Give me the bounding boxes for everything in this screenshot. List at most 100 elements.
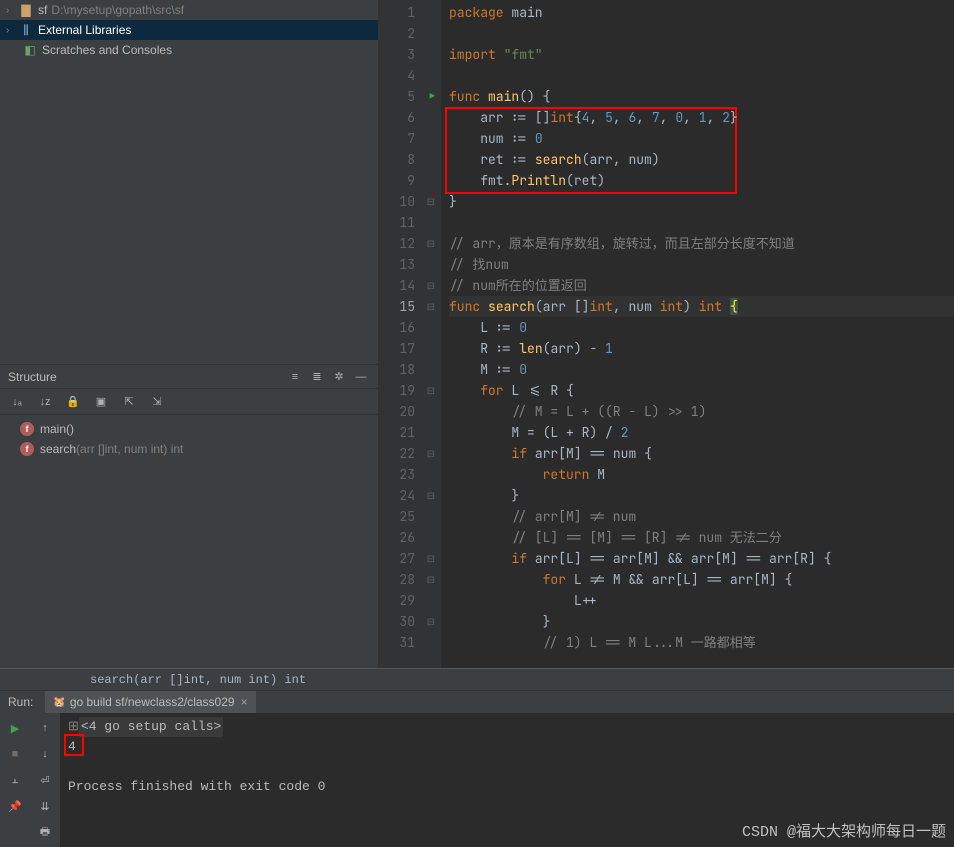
code-line[interactable]: // M = L + ((R - L) >> 1) — [449, 401, 954, 422]
editor-code[interactable]: package main import "fmt" func main() { ar… — [441, 0, 954, 668]
gutter-line[interactable]: 28⊟ — [379, 569, 441, 590]
scroll-down-icon[interactable]: ↓ — [34, 743, 56, 765]
gutter-line[interactable]: 10⊟ — [379, 191, 441, 212]
hide-icon[interactable]: — — [352, 368, 370, 386]
stop-icon[interactable]: ■ — [4, 743, 26, 765]
run-tab[interactable]: 🐹 go build sf/newclass2/class029 × — [45, 691, 255, 713]
fold-icon[interactable]: ⊟ — [427, 443, 435, 464]
code-line[interactable]: if arr[L] == arr[M] && arr[M] == arr[R] … — [449, 548, 954, 569]
print-icon[interactable]: 🖶 — [34, 821, 56, 843]
gutter-line[interactable]: 8 — [379, 149, 441, 170]
gutter-line[interactable]: 18 — [379, 359, 441, 380]
code-line[interactable]: for L != M && arr[L] == arr[M] { — [449, 569, 954, 590]
scroll-to-end-icon[interactable]: ⇊ — [34, 795, 56, 817]
code-line[interactable]: import "fmt" — [449, 44, 954, 65]
code-line[interactable]: arr := []int{4, 5, 6, 7, 0, 1, 2} — [449, 107, 954, 128]
code-line[interactable]: func search(arr []int, num int) int { — [449, 296, 954, 317]
code-line[interactable]: ret := search(arr, num) — [449, 149, 954, 170]
gutter-line[interactable]: 25 — [379, 506, 441, 527]
code-line[interactable]: // [L] == [M] == [R] != num 无法二分 — [449, 527, 954, 548]
code-line[interactable]: L++ — [449, 590, 954, 611]
wrap-icon[interactable]: ⏎ — [34, 769, 56, 791]
gutter-line[interactable]: 30⊟ — [379, 611, 441, 632]
code-line[interactable]: return M — [449, 464, 954, 485]
gutter-line[interactable]: 7 — [379, 128, 441, 149]
code-line[interactable]: } — [449, 611, 954, 632]
gutter-line[interactable]: 13 — [379, 254, 441, 275]
code-line[interactable]: if arr[M] == num { — [449, 443, 954, 464]
code-line[interactable] — [449, 212, 954, 233]
pin-icon[interactable]: 📌 — [4, 795, 26, 817]
fold-icon[interactable]: ⊟ — [427, 191, 435, 212]
tree-row-project-root[interactable]: › ▇ sf D:\mysetup\gopath\src\sf — [0, 0, 378, 20]
fold-icon[interactable]: ⊟ — [427, 233, 435, 254]
code-line[interactable]: } — [449, 485, 954, 506]
structure-item-search[interactable]: f search (arr []int, num int) int — [0, 439, 378, 459]
code-line[interactable]: R := len(arr) - 1 — [449, 338, 954, 359]
gutter-line[interactable]: 4 — [379, 65, 441, 86]
gutter-line[interactable]: 17 — [379, 338, 441, 359]
gutter-line[interactable]: 27⊟ — [379, 548, 441, 569]
sort-az-up-icon[interactable]: ↓z — [34, 391, 56, 413]
fold-icon[interactable]: ⊟ — [427, 485, 435, 506]
gear-icon[interactable]: ✲ — [330, 368, 348, 386]
fold-icon[interactable]: ⊟ — [427, 275, 435, 296]
gutter-line[interactable]: 14⊟ — [379, 275, 441, 296]
code-line[interactable]: func main() { — [449, 86, 954, 107]
fold-icon[interactable]: ⊟ — [427, 569, 435, 590]
gutter-line[interactable]: 6 — [379, 107, 441, 128]
sort-icon[interactable]: ≡ — [286, 368, 304, 386]
sort-az-down-icon[interactable]: ↓ₐ — [6, 391, 28, 413]
run-gutter-icon[interactable]: ▶ — [430, 86, 435, 107]
code-line[interactable]: // 1) L == M L...M 一路都相等 — [449, 632, 954, 653]
close-icon[interactable]: × — [241, 695, 248, 709]
code-line[interactable] — [449, 65, 954, 86]
fold-icon[interactable]: ⊟ — [427, 380, 435, 401]
code-line[interactable]: M := 0 — [449, 359, 954, 380]
code-line[interactable] — [449, 23, 954, 44]
autoscroll-to-icon[interactable]: ⇱ — [118, 391, 140, 413]
structure-item-main[interactable]: f main() — [0, 419, 378, 439]
code-line[interactable]: num := 0 — [449, 128, 954, 149]
gutter-line[interactable]: 23 — [379, 464, 441, 485]
gutter-line[interactable]: 29 — [379, 590, 441, 611]
gutter-line[interactable]: 3 — [379, 44, 441, 65]
editor-gutter[interactable]: 12345▶678910⊟1112⊟1314⊟15⊟16171819⊟20212… — [379, 0, 441, 668]
tree-row-external-libraries[interactable]: › ⫼ External Libraries — [0, 20, 378, 40]
run-console[interactable]: ⊞<4 go setup calls> 4 Process finished w… — [60, 713, 954, 847]
code-line[interactable]: // arr[M] != num — [449, 506, 954, 527]
code-line[interactable]: for L <= R { — [449, 380, 954, 401]
autoscroll-from-icon[interactable]: ⇲ — [146, 391, 168, 413]
tree-row-scratches[interactable]: ◧ Scratches and Consoles — [0, 40, 378, 60]
code-line[interactable]: package main — [449, 2, 954, 23]
fold-icon[interactable]: ⊟ — [427, 548, 435, 569]
gutter-line[interactable]: 20 — [379, 401, 441, 422]
code-line[interactable]: // 找num — [449, 254, 954, 275]
fold-icon[interactable]: ⊟ — [427, 611, 435, 632]
gutter-line[interactable]: 22⊟ — [379, 443, 441, 464]
code-line[interactable]: // num所在的位置返回 — [449, 275, 954, 296]
expand-icon[interactable]: ⊞ — [68, 719, 79, 734]
code-line[interactable]: // arr，原本是有序数组，旋转过，而且左部分长度不知道 — [449, 233, 954, 254]
filter-folder-icon[interactable]: ▣ — [90, 391, 112, 413]
gutter-line[interactable]: 2 — [379, 23, 441, 44]
code-line[interactable]: L := 0 — [449, 317, 954, 338]
gutter-line[interactable]: 11 — [379, 212, 441, 233]
gutter-line[interactable]: 5▶ — [379, 86, 441, 107]
editor-pane[interactable]: 12345▶678910⊟1112⊟1314⊟15⊟16171819⊟20212… — [379, 0, 954, 668]
gutter-line[interactable]: 31 — [379, 632, 441, 653]
gutter-line[interactable]: 26 — [379, 527, 441, 548]
filter-lock-icon[interactable]: 🔒 — [62, 391, 84, 413]
gutter-line[interactable]: 15⊟ — [379, 296, 441, 317]
gutter-line[interactable]: 21 — [379, 422, 441, 443]
code-line[interactable]: fmt.Println(ret) — [449, 170, 954, 191]
gutter-line[interactable]: 1 — [379, 2, 441, 23]
gutter-line[interactable]: 19⊟ — [379, 380, 441, 401]
run-icon[interactable]: ▶ — [4, 717, 26, 739]
breadcrumb[interactable]: search(arr []int, num int) int — [0, 668, 954, 690]
sort-narrow-icon[interactable]: ≣ — [308, 368, 326, 386]
gutter-line[interactable]: 24⊟ — [379, 485, 441, 506]
code-line[interactable]: M = (L + R) / 2 — [449, 422, 954, 443]
gutter-line[interactable]: 12⊟ — [379, 233, 441, 254]
fold-icon[interactable]: ⊟ — [427, 296, 435, 317]
